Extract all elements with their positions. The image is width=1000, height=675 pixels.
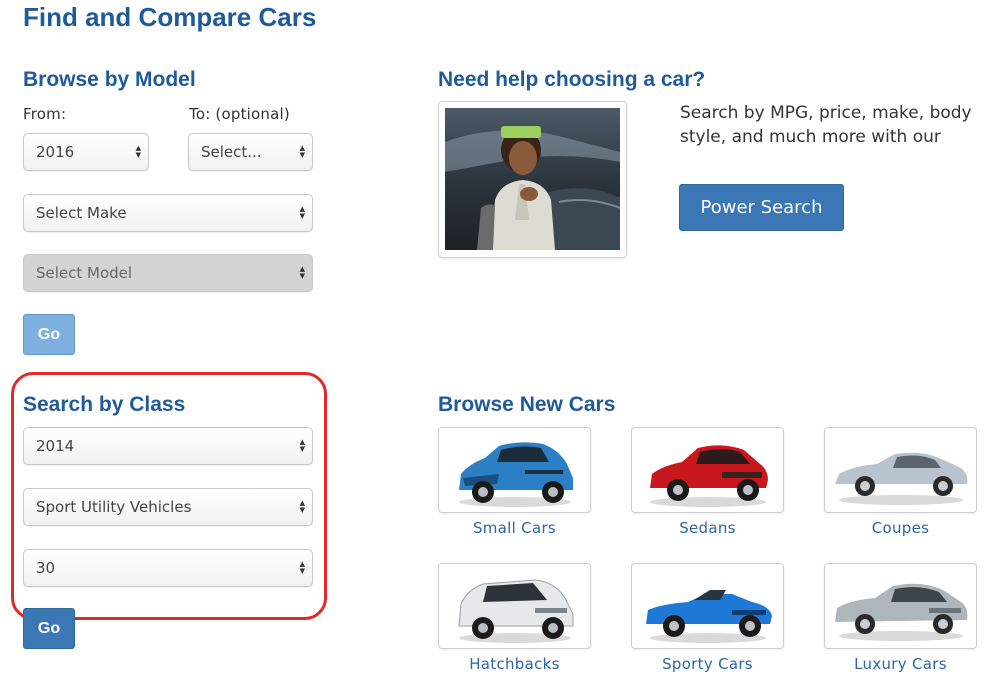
- help-heading: Need help choosing a car?: [438, 68, 706, 91]
- silver-luxury-sedan-car-icon: [835, 583, 968, 641]
- red-sedan-car-icon: [650, 445, 768, 507]
- select-arrows-icon: ▲ ▼: [299, 438, 305, 453]
- model-value: Select Model: [36, 264, 133, 282]
- blue-convertible-car-icon: [646, 590, 772, 643]
- make-value: Select Make: [36, 204, 127, 222]
- select-arrows-icon: ▲ ▼: [299, 499, 305, 514]
- luxury-cars-link[interactable]: Luxury Cars: [824, 655, 977, 673]
- from-year-select[interactable]: 2016 ▲ ▼: [23, 133, 149, 171]
- help-description: Search by MPG, price, make, body style, …: [680, 103, 972, 147]
- class-year-value: 2014: [36, 437, 75, 455]
- woman-with-car-photo: [438, 101, 627, 258]
- to-year-value: Select...: [201, 143, 262, 161]
- mpg-select[interactable]: 30 ▲ ▼: [23, 549, 313, 587]
- from-label: From:: [23, 105, 67, 123]
- small-cars-thumb[interactable]: [438, 427, 591, 513]
- sedans-link[interactable]: Sedans: [631, 519, 784, 537]
- select-arrows-icon: ▲ ▼: [299, 205, 305, 220]
- sporty-cars-link[interactable]: Sporty Cars: [631, 655, 784, 673]
- page-title: Find and Compare Cars: [23, 2, 317, 32]
- coupes-link[interactable]: Coupes: [824, 519, 977, 537]
- to-label: To: (optional): [189, 105, 290, 123]
- select-arrows-icon: ▲ ▼: [135, 144, 141, 159]
- power-search-button[interactable]: Power Search: [679, 184, 844, 231]
- from-year-value: 2016: [36, 143, 75, 161]
- browse-new-cars-heading: Browse New Cars: [438, 393, 616, 416]
- mpg-value: 30: [36, 559, 56, 577]
- select-arrows-icon: ▲ ▼: [299, 560, 305, 575]
- sporty-cars-thumb[interactable]: [631, 563, 784, 649]
- small-cars-link[interactable]: Small Cars: [438, 519, 591, 537]
- white-hatchback-car-icon: [458, 579, 574, 643]
- blue-hatchback-car-icon: [459, 442, 573, 507]
- vehicle-class-select[interactable]: Sport Utility Vehicles ▲ ▼: [23, 488, 313, 526]
- browse-by-model-heading: Browse by Model: [23, 68, 196, 91]
- silver-coupe-car-icon: [835, 452, 968, 505]
- make-select[interactable]: Select Make ▲ ▼: [23, 194, 313, 232]
- hatchbacks-thumb[interactable]: [438, 563, 591, 649]
- sedans-thumb[interactable]: [631, 427, 784, 513]
- search-by-class-heading: Search by Class: [23, 393, 186, 416]
- hatchbacks-link[interactable]: Hatchbacks: [438, 655, 591, 673]
- model-select[interactable]: Select Model ▲ ▼: [23, 254, 313, 292]
- search-class-go-button[interactable]: Go: [23, 608, 75, 649]
- vehicle-class-value: Sport Utility Vehicles: [36, 498, 192, 516]
- select-arrows-icon: ▲ ▼: [299, 265, 305, 280]
- to-year-select[interactable]: Select... ▲ ▼: [188, 133, 313, 171]
- woman-with-car-image: [445, 108, 621, 250]
- browse-model-go-button[interactable]: Go: [23, 314, 75, 355]
- class-year-select[interactable]: 2014 ▲ ▼: [23, 427, 313, 465]
- select-arrows-icon: ▲ ▼: [299, 144, 305, 159]
- coupes-thumb[interactable]: [824, 427, 977, 513]
- luxury-cars-thumb[interactable]: [824, 563, 977, 649]
